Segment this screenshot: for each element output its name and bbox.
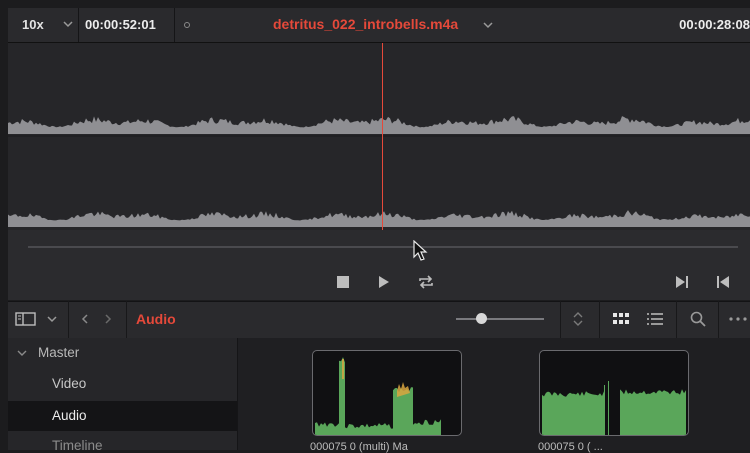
zoom-level[interactable]: 10x (22, 17, 44, 32)
sort-icon[interactable] (571, 310, 585, 328)
scrub-bar[interactable] (28, 246, 738, 248)
slider-thumb[interactable] (476, 313, 487, 324)
chevron-down-icon[interactable] (45, 312, 59, 326)
more-icon[interactable] (728, 314, 748, 324)
thumbnail-size-slider[interactable] (456, 318, 544, 320)
prev-frame-button[interactable] (713, 272, 733, 292)
waveform-channel-1 (8, 116, 750, 134)
clip-thumbnail[interactable] (312, 350, 462, 436)
media-pool-toolbar (8, 301, 750, 339)
grid-view-icon[interactable] (612, 312, 630, 326)
marker-dot-icon[interactable] (184, 22, 190, 28)
sidebar-item-master[interactable]: Master (38, 345, 79, 360)
chevron-down-icon[interactable] (481, 18, 495, 32)
waveform-display (8, 116, 750, 227)
search-icon[interactable] (689, 310, 707, 328)
play-button[interactable] (373, 272, 393, 292)
forward-icon[interactable] (101, 312, 115, 326)
chevron-down-icon[interactable] (61, 17, 75, 31)
sidebar-item-audio-selected[interactable] (8, 401, 237, 431)
clip-thumbnail[interactable] (539, 350, 689, 436)
playhead[interactable] (382, 43, 383, 230)
bin-title: Audio (136, 311, 176, 327)
duration-timecode: 00:00:28:08 (679, 17, 750, 32)
audio-waveform-viewer[interactable] (8, 43, 750, 230)
clip-waveform-thumb (542, 381, 686, 435)
viewer-header: 10x 00:00:52:01 detritus_022_introbells.… (8, 8, 750, 43)
panel-toggle-icon[interactable] (15, 311, 37, 327)
clip-waveform-thumb (315, 357, 441, 435)
list-view-icon[interactable] (646, 311, 664, 327)
sidebar-item-video[interactable]: Video (52, 376, 86, 391)
waveform-channel-2 (8, 210, 750, 227)
clip-title[interactable]: detritus_022_introbells.m4a (273, 16, 458, 32)
clip-label: 000075 0 ( ... (538, 441, 603, 453)
current-timecode[interactable]: 00:00:52:01 (85, 17, 156, 32)
clip-label: 000075 0 (multi) Ma (310, 441, 408, 453)
chevron-down-icon[interactable] (16, 347, 28, 359)
back-icon[interactable] (78, 312, 92, 326)
next-frame-button[interactable] (672, 272, 692, 292)
sidebar-item-timeline[interactable]: Timeline (52, 438, 103, 453)
stop-button[interactable] (333, 272, 353, 292)
sidebar-item-audio[interactable]: Audio (52, 408, 87, 423)
loop-button[interactable] (416, 272, 436, 292)
mouse-cursor-icon (413, 240, 428, 261)
